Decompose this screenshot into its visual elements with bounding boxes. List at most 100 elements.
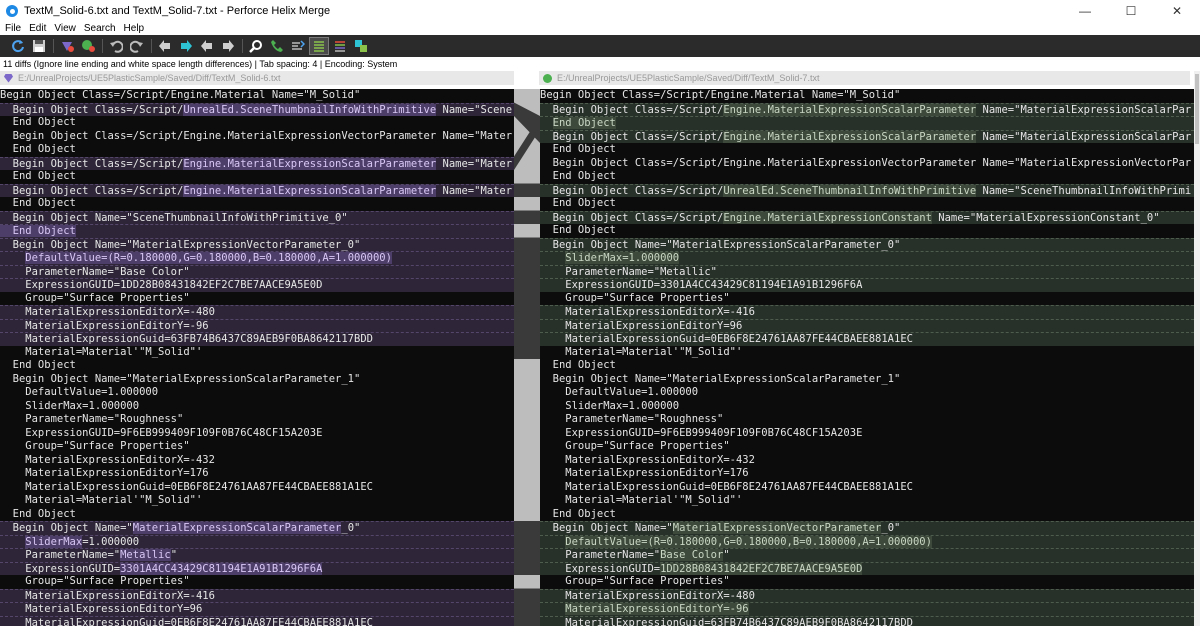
line-view-button[interactable]	[309, 37, 329, 55]
code-line[interactable]: Begin Object Name="MaterialExpressionVec…	[0, 237, 514, 251]
code-line[interactable]: End Object	[0, 170, 514, 184]
menu-help[interactable]: Help	[124, 23, 145, 34]
code-line[interactable]: DefaultValue=1.000000	[0, 386, 514, 400]
code-line[interactable]: Begin Object Class=/Script/Engine.Materi…	[540, 157, 1194, 171]
diff-right-button[interactable]	[78, 37, 98, 55]
previous-conflict-button[interactable]	[197, 37, 217, 55]
code-line[interactable]: ExpressionGUID=1DD28B08431842EF2C7BE7AAC…	[0, 278, 514, 292]
code-line[interactable]: End Object	[540, 224, 1194, 238]
code-line[interactable]: Material=Material'"M_Solid"'	[540, 346, 1194, 360]
right-text-pane[interactable]: Begin Object Class=/Script/Engine.Materi…	[540, 89, 1194, 626]
code-line[interactable]: SliderMax=1.000000	[0, 400, 514, 414]
code-line[interactable]: End Object	[540, 170, 1194, 184]
menu-edit[interactable]: Edit	[29, 23, 46, 34]
code-line[interactable]: MaterialExpressionEditorX=-432	[540, 454, 1194, 468]
code-line[interactable]: ParameterName="Roughness"	[540, 413, 1194, 427]
scrollbar-thumb[interactable]	[1195, 74, 1199, 144]
code-line[interactable]: Begin Object Name="MaterialExpressionSca…	[540, 373, 1194, 387]
code-line[interactable]: MaterialExpressionEditorY=96	[0, 602, 514, 616]
code-line[interactable]: MaterialExpressionGuid=63FB74B6437C89AEB…	[540, 615, 1194, 626]
maximize-button[interactable]: ☐	[1108, 0, 1154, 22]
code-line[interactable]: MaterialExpressionGuid=0EB6F8E24761AA87F…	[0, 615, 514, 626]
code-line[interactable]: Begin Object Name="MaterialExpressionVec…	[540, 521, 1194, 535]
menu-view[interactable]: View	[54, 23, 76, 34]
code-line[interactable]: ExpressionGUID=3301A4CC43429C81194E1A91B…	[0, 561, 514, 575]
code-line[interactable]: End Object	[540, 197, 1194, 211]
code-line[interactable]: End Object	[0, 508, 514, 522]
code-line[interactable]: MaterialExpressionEditorY=176	[0, 467, 514, 481]
code-line[interactable]: DefaultValue=1.000000	[540, 386, 1194, 400]
code-line[interactable]: DefaultValue=(R=0.180000,G=0.180000,B=0.…	[0, 251, 514, 265]
phone-button[interactable]	[267, 37, 287, 55]
previous-diff-button[interactable]	[155, 37, 175, 55]
code-line[interactable]: DefaultValue=(R=0.180000,G=0.180000,B=0.…	[540, 534, 1194, 548]
code-line[interactable]: SliderMax=1.000000	[540, 400, 1194, 414]
refresh-button[interactable]	[8, 37, 28, 55]
save-button[interactable]	[29, 37, 49, 55]
redo-button[interactable]	[127, 37, 147, 55]
diff-left-button[interactable]	[57, 37, 77, 55]
code-line[interactable]: Begin Object Class=/Script/Engine.Materi…	[0, 89, 514, 103]
code-line[interactable]: Begin Object Class=/Script/Engine.Materi…	[540, 129, 1194, 143]
menu-search[interactable]: Search	[84, 23, 116, 34]
left-text-pane[interactable]: Begin Object Class=/Script/Engine.Materi…	[0, 89, 514, 626]
code-line[interactable]: Group="Surface Properties"	[540, 292, 1194, 306]
code-line[interactable]: Begin Object Name="MaterialExpressionSca…	[0, 373, 514, 387]
code-line[interactable]: Begin Object Name="SceneThumbnailInfoWit…	[0, 210, 514, 224]
code-line[interactable]: MaterialExpressionGuid=0EB6F8E24761AA87F…	[540, 481, 1194, 495]
code-line[interactable]: MaterialExpressionEditorY=176	[540, 467, 1194, 481]
next-diff-button[interactable]	[176, 37, 196, 55]
code-line[interactable]: Begin Object Class=/Script/Engine.Materi…	[0, 183, 514, 197]
code-line[interactable]: Begin Object Class=/Script/Engine.Materi…	[540, 210, 1194, 224]
code-line[interactable]: End Object	[0, 197, 514, 211]
code-line[interactable]: MaterialExpressionGuid=63FB74B6437C89AEB…	[0, 332, 514, 346]
code-line[interactable]: Material=Material'"M_Solid"'	[0, 494, 514, 508]
code-line[interactable]: ExpressionGUID=1DD28B08431842EF2C7BE7AAC…	[540, 561, 1194, 575]
code-line[interactable]: ParameterName="Metallic"	[0, 548, 514, 562]
code-line[interactable]: Begin Object Class=/Script/Engine.Materi…	[540, 89, 1194, 103]
code-line[interactable]: Material=Material'"M_Solid"'	[540, 494, 1194, 508]
code-line[interactable]: Material=Material'"M_Solid"'	[0, 346, 514, 360]
code-line[interactable]: SliderMax=1.000000	[540, 251, 1194, 265]
code-line[interactable]: End Object	[0, 116, 514, 130]
merge-view-button[interactable]	[351, 37, 371, 55]
code-line[interactable]: Group="Surface Properties"	[0, 292, 514, 306]
minimize-button[interactable]: —	[1062, 0, 1108, 22]
code-line[interactable]: MaterialExpressionEditorX=-416	[540, 305, 1194, 319]
vertical-scrollbar[interactable]	[1194, 71, 1200, 626]
code-line[interactable]: Group="Surface Properties"	[0, 575, 514, 589]
code-line[interactable]: ExpressionGUID=9F6EB999409F109F0B76C48CF…	[540, 427, 1194, 441]
undo-button[interactable]	[106, 37, 126, 55]
code-line[interactable]: ParameterName="Metallic"	[540, 264, 1194, 278]
code-line[interactable]: Begin Object Class=/Script/Engine.Materi…	[540, 102, 1194, 116]
code-line[interactable]: MaterialExpressionGuid=0EB6F8E24761AA87F…	[540, 332, 1194, 346]
code-line[interactable]: Group="Surface Properties"	[540, 575, 1194, 589]
menu-file[interactable]: File	[5, 23, 21, 34]
code-line[interactable]: End Object	[540, 508, 1194, 522]
code-line[interactable]: Group="Surface Properties"	[540, 440, 1194, 454]
inline-view-button[interactable]	[330, 37, 350, 55]
code-line[interactable]: Begin Object Class=/Script/UnrealEd.Scen…	[540, 183, 1194, 197]
code-line[interactable]: ParameterName="Roughness"	[0, 413, 514, 427]
code-line[interactable]: MaterialExpressionEditorX=-480	[0, 305, 514, 319]
code-line[interactable]: MaterialExpressionEditorY=96	[540, 318, 1194, 332]
code-line[interactable]: SliderMax=1.000000	[0, 534, 514, 548]
code-line[interactable]: MaterialExpressionEditorY=-96	[0, 318, 514, 332]
code-line[interactable]: MaterialExpressionEditorX=-432	[0, 454, 514, 468]
code-line[interactable]: Begin Object Class=/Script/Engine.Materi…	[0, 156, 514, 170]
code-line[interactable]: MaterialExpressionGuid=0EB6F8E24761AA87F…	[0, 481, 514, 495]
code-line[interactable]: Begin Object Class=/Script/Engine.Materi…	[0, 130, 514, 144]
code-line[interactable]: ParameterName="Base Color"	[540, 548, 1194, 562]
find-button[interactable]	[246, 37, 266, 55]
code-line[interactable]: ExpressionGUID=9F6EB999409F109F0B76C48CF…	[0, 427, 514, 441]
code-line[interactable]: End Object	[540, 116, 1194, 130]
code-line[interactable]: Group="Surface Properties"	[0, 440, 514, 454]
next-conflict-button[interactable]	[218, 37, 238, 55]
close-button[interactable]: ✕	[1154, 0, 1200, 22]
code-line[interactable]: MaterialExpressionEditorX=-416	[0, 588, 514, 602]
code-line[interactable]: ParameterName="Base Color"	[0, 264, 514, 278]
code-line[interactable]: MaterialExpressionEditorX=-480	[540, 588, 1194, 602]
code-line[interactable]: Begin Object Name="MaterialExpressionSca…	[0, 521, 514, 535]
code-line[interactable]: End Object	[0, 143, 514, 157]
code-line[interactable]: End Object	[540, 359, 1194, 373]
